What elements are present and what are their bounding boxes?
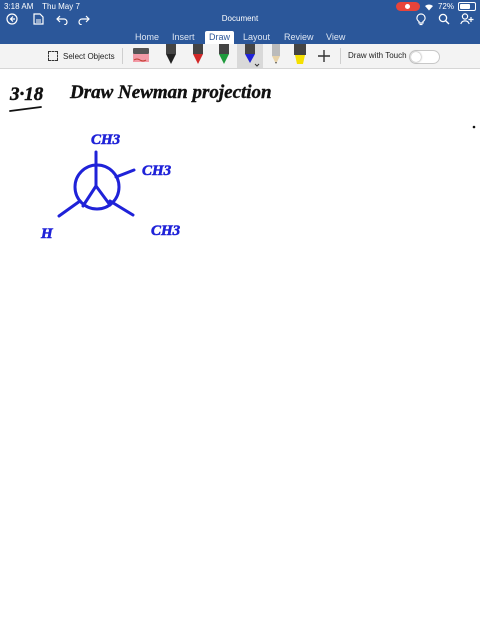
label-left: H [40,226,54,242]
bond-back-bottom-right [108,199,135,217]
tab-review[interactable]: Review [284,31,314,43]
battery-percent: 72% [437,2,454,11]
document-canvas[interactable]: 3·18 Draw Newman projection CH3 CH3 H CH… [0,69,480,640]
battery-icon [458,2,476,11]
pen-red-icon[interactable] [190,44,206,66]
status-time: 3:18 AM [4,2,34,11]
lightbulb-icon[interactable] [413,12,429,26]
pen-green-icon[interactable] [216,44,232,66]
pen-blue-selected[interactable] [237,44,263,68]
eraser-icon[interactable] [131,44,151,66]
pen-black-icon[interactable] [163,44,179,66]
status-bar-right: 72% [395,2,476,11]
ink-dot [472,125,476,129]
pencil-icon[interactable] [268,44,284,66]
draw-toolbar: Select Objects Draw with Touch [0,44,480,69]
battery-fill [460,4,471,9]
add-person-icon[interactable] [459,12,475,26]
newman-projection [57,150,136,218]
document-title: Document [221,14,259,23]
select-objects-button[interactable]: Select Objects [48,51,115,61]
draw-with-touch-toggle[interactable] [409,50,440,64]
heading-text: Draw Newman projection [69,82,272,103]
location-icon [395,2,420,11]
ribbon-header: 3:18 AM Thu May 7 72% Document Home Inse… [0,0,480,44]
bond-front-left [81,184,98,208]
status-bar-left: 3:18 AM Thu May 7 [4,2,80,11]
tab-insert[interactable]: Insert [172,31,195,43]
label-top: CH3 [91,132,121,148]
label-bottom-right: CH3 [151,223,181,239]
bond-back-right [114,168,136,179]
add-pen-icon[interactable] [317,49,331,63]
highlighter-icon[interactable] [292,44,308,66]
label-right: CH3 [142,163,172,179]
status-date: Thu May 7 [42,2,80,11]
pen-blue-icon [245,44,260,67]
bond-back-left [57,199,82,218]
lasso-select-icon [48,51,58,61]
toolbar-divider-2 [340,48,341,64]
tab-layout[interactable]: Layout [243,31,270,43]
handwritten-ink: 3·18 Draw Newman projection CH3 CH3 H CH… [9,82,476,242]
problem-underline [9,106,42,112]
ribbon-tabs: Home Insert Draw Layout Review View [0,31,480,44]
problem-number: 3·18 [9,84,44,105]
tab-home[interactable]: Home [135,31,159,43]
select-objects-label: Select Objects [63,51,115,61]
toolbar-divider [122,48,123,64]
draw-with-touch-label: Draw with Touch [348,51,407,60]
search-icon[interactable] [436,12,452,26]
tab-view[interactable]: View [326,31,345,43]
tab-draw[interactable]: Draw [205,31,235,44]
wifi-icon [424,3,433,11]
bond-front-right [94,184,112,207]
